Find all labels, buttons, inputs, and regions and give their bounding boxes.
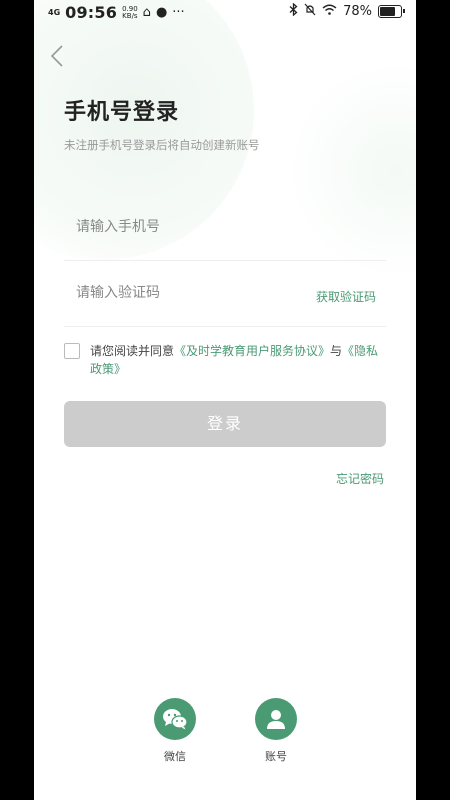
network-speed: 0.90 KB/s bbox=[122, 5, 138, 20]
wechat-login[interactable]: 微信 bbox=[154, 698, 196, 764]
bluetooth-icon bbox=[289, 2, 298, 20]
page-title: 手机号登录 bbox=[64, 100, 180, 125]
page-subtitle: 未注册手机号登录后将自动创建新账号 bbox=[64, 138, 260, 152]
battery-fill bbox=[380, 7, 396, 16]
agreement-checkbox[interactable] bbox=[64, 343, 80, 359]
battery-percent: 78% bbox=[343, 4, 372, 19]
back-button[interactable] bbox=[44, 42, 72, 70]
home-icon: ⌂ bbox=[142, 5, 151, 20]
phone-input[interactable] bbox=[74, 218, 278, 236]
forgot-password-link[interactable]: 忘记密码 bbox=[336, 470, 384, 487]
app-notification-icon: ● bbox=[155, 5, 168, 20]
mute-bell-icon bbox=[304, 3, 316, 20]
service-agreement-link[interactable]: 《及时学教育用户服务协议》 bbox=[174, 344, 330, 358]
status-bar: 4G 09:56 0.90 KB/s ⌂ ● ··· 78% bbox=[34, 0, 416, 24]
wifi-icon bbox=[322, 4, 337, 19]
phone-field bbox=[64, 202, 386, 261]
user-icon bbox=[267, 710, 285, 729]
wechat-label: 微信 bbox=[164, 750, 186, 763]
account-login[interactable]: 账号 bbox=[255, 698, 297, 764]
agreement-prefix: 请您阅读并同意 bbox=[90, 344, 175, 358]
signal-indicator: 4G bbox=[48, 7, 61, 17]
login-screen: 4G 09:56 0.90 KB/s ⌂ ● ··· 78% 手机号登录 未注册… bbox=[34, 0, 416, 800]
agreement-connector: 与 bbox=[330, 344, 343, 358]
verification-code-input[interactable] bbox=[74, 284, 278, 302]
more-indicator: ··· bbox=[172, 5, 185, 20]
agreement-row: 请您阅读并同意《及时学教育用户服务协议》与《隐私政策》 bbox=[64, 342, 386, 378]
account-label: 账号 bbox=[265, 750, 287, 763]
wechat-icon bbox=[163, 709, 188, 730]
wechat-button[interactable] bbox=[154, 698, 196, 740]
network-speed-unit: KB/s bbox=[122, 11, 138, 20]
battery-icon bbox=[378, 5, 405, 18]
get-code-button[interactable]: 获取验证码 bbox=[316, 288, 376, 305]
code-field: 获取验证码 bbox=[64, 268, 386, 327]
agreement-text: 请您阅读并同意《及时学教育用户服务协议》与《隐私政策》 bbox=[90, 342, 386, 378]
status-time: 09:56 bbox=[65, 3, 118, 22]
login-button[interactable]: 登录 bbox=[64, 401, 386, 447]
chevron-left-icon bbox=[50, 45, 63, 67]
account-button[interactable] bbox=[255, 698, 297, 740]
